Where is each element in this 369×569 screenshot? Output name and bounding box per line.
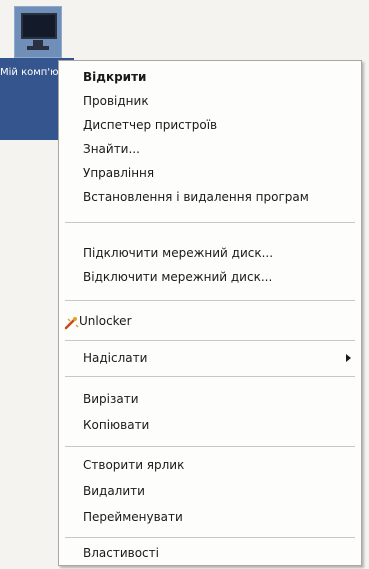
- menu-item-properties[interactable]: Властивості: [59, 541, 361, 565]
- menu-item-map-network-drive[interactable]: Підключити мережний диск...: [59, 241, 361, 265]
- menu-item-unlocker[interactable]: Unlocker: [59, 309, 361, 333]
- menu-item-label: Unlocker: [79, 314, 132, 328]
- menu-item-cut[interactable]: Вирізати: [59, 387, 361, 411]
- submenu-arrow-icon: [346, 354, 351, 362]
- menu-item-disconnect-network-drive[interactable]: Відключити мережний диск...: [59, 265, 361, 289]
- menu-item-label: Надіслати: [83, 351, 148, 365]
- menu-item-device-manager[interactable]: Диспетчер пристроїв: [59, 113, 361, 137]
- menu-item-manage[interactable]: Управління: [59, 161, 361, 185]
- menu-item-explorer[interactable]: Провідник: [59, 89, 361, 113]
- menu-separator: [65, 300, 355, 301]
- menu-item-create-shortcut[interactable]: Створити ярлик: [59, 453, 361, 477]
- computer-monitor-icon: [14, 6, 62, 58]
- menu-separator: [65, 446, 355, 447]
- menu-item-add-remove-programs[interactable]: Встановлення і видалення програм: [59, 185, 361, 209]
- menu-item-copy[interactable]: Копіювати: [59, 413, 361, 437]
- menu-item-send-to[interactable]: Надіслати: [59, 346, 361, 370]
- menu-item-open[interactable]: Відкрити: [59, 65, 361, 89]
- unlocker-wand-icon: [63, 314, 79, 330]
- menu-separator: [65, 376, 355, 377]
- menu-separator: [65, 340, 355, 341]
- menu-item-rename[interactable]: Перейменувати: [59, 505, 361, 529]
- context-menu: Відкрити Провідник Диспетчер пристроїв З…: [58, 60, 362, 566]
- menu-separator: [65, 222, 355, 223]
- menu-item-search[interactable]: Знайти...: [59, 137, 361, 161]
- menu-item-delete[interactable]: Видалити: [59, 479, 361, 503]
- menu-separator: [65, 537, 355, 538]
